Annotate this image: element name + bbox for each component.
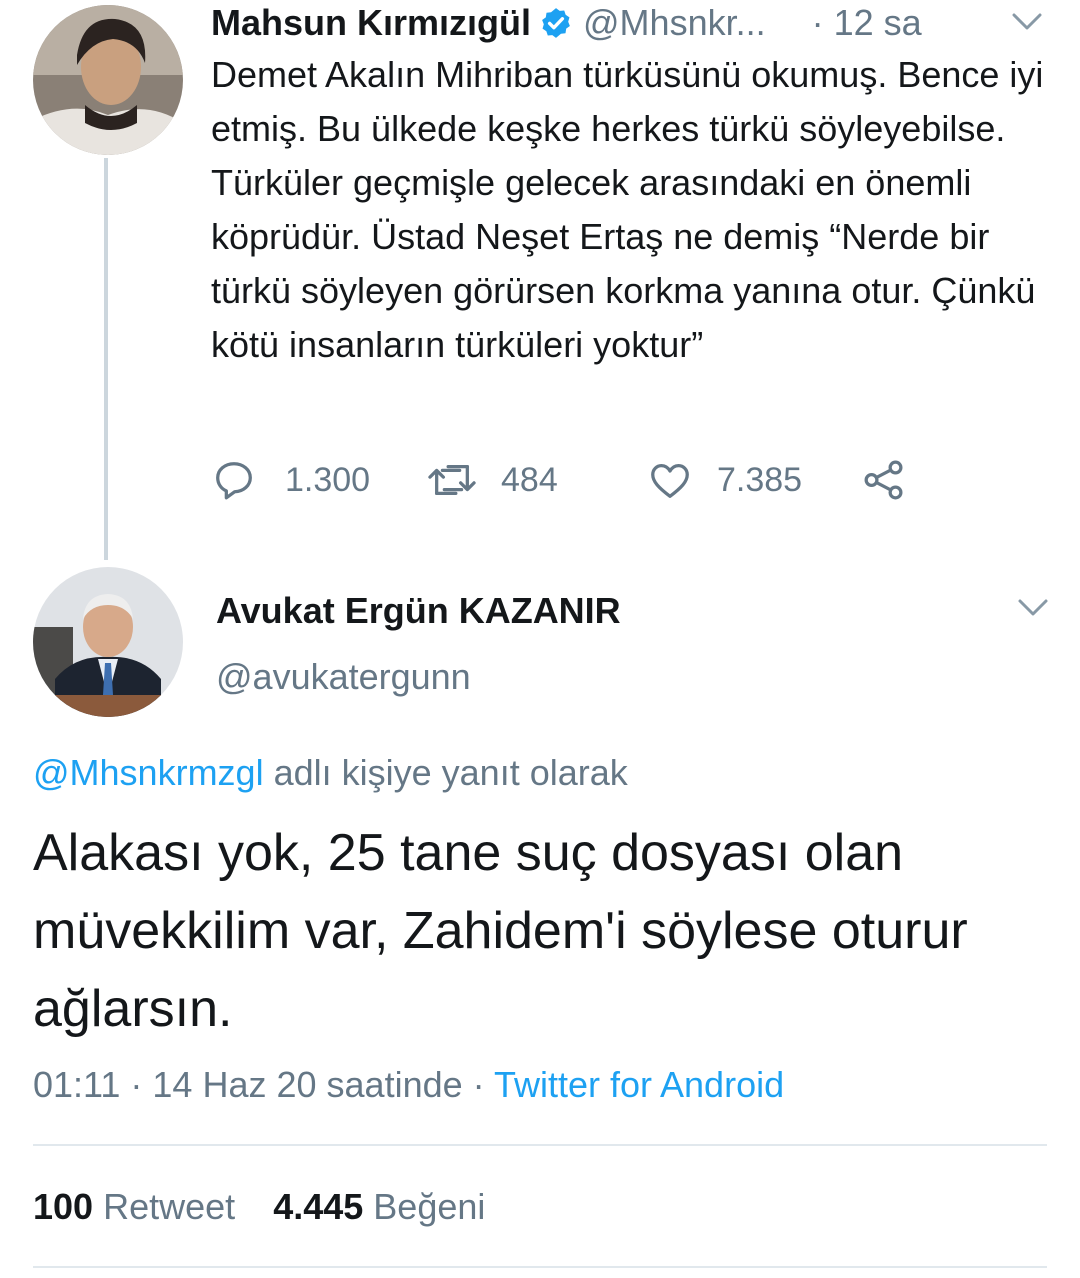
main-author-name[interactable]: Avukat Ergün KAZANIR <box>216 590 621 632</box>
thread-connector-line <box>104 158 108 560</box>
tweet-meta: 01:11 · 14 Haz 20 saatinde · Twitter for… <box>33 1064 784 1106</box>
like-total: 4.445 <box>273 1186 364 1227</box>
like-stat[interactable]: 4.445 Beğeni <box>273 1186 485 1227</box>
share-button[interactable] <box>861 455 907 505</box>
parent-author-avatar[interactable] <box>33 5 183 155</box>
retweet-count: 484 <box>501 460 558 499</box>
like-label: Beğeni <box>373 1186 486 1227</box>
reply-count: 1.300 <box>285 460 371 499</box>
time-separator: · <box>811 2 824 43</box>
parent-tweet-time[interactable]: 12 sa <box>834 2 922 44</box>
verified-badge-icon <box>539 6 573 40</box>
parent-author-handle[interactable]: @Mhsnkr... <box>583 2 766 44</box>
chevron-down-icon[interactable] <box>1014 592 1052 627</box>
retweet-button[interactable]: 484 <box>425 455 558 505</box>
reply-context: @Mhsnkrmzgl adlı kişiye yanıt olarak <box>33 752 628 794</box>
like-button[interactable]: 7.385 <box>647 455 802 505</box>
parent-tweet-actions: 1.300 484 7.385 <box>211 455 931 505</box>
share-icon <box>861 457 907 503</box>
avatar-photo-icon <box>33 567 183 717</box>
tweet-stats: 100 Retweet 4.445 Beğeni <box>33 1186 485 1228</box>
parent-tweet-text: Demet Akalın Mihriban türküsünü okumuş. … <box>211 54 1044 365</box>
retweet-label: Retweet <box>103 1186 236 1227</box>
reply-to-handle-link[interactable]: @Mhsnkrmzgl <box>33 752 264 793</box>
like-icon <box>647 457 693 503</box>
main-author-handle[interactable]: @avukatergunn <box>216 656 471 698</box>
like-count: 7.385 <box>717 460 803 499</box>
chevron-down-icon[interactable] <box>1008 6 1046 41</box>
retweet-total: 100 <box>33 1186 94 1227</box>
retweet-icon <box>425 457 479 503</box>
divider <box>33 1266 1047 1268</box>
tweet-source-link[interactable]: Twitter for Android <box>494 1064 784 1105</box>
reply-icon <box>211 457 257 503</box>
retweet-stat[interactable]: 100 Retweet <box>33 1186 245 1227</box>
parent-tweet-header: Mahsun Kırmızıgül @Mhsnkr... · 12 sa <box>211 0 1051 46</box>
avatar-photo-icon <box>33 5 183 155</box>
main-author-avatar[interactable] <box>33 567 183 717</box>
tweet-timestamp: 01:11 · 14 Haz 20 saatinde · <box>33 1064 485 1105</box>
divider <box>33 1144 1047 1146</box>
parent-author-name[interactable]: Mahsun Kırmızıgül <box>211 2 531 44</box>
main-tweet-text: Alakası yok, 25 tane suç dosyası olan mü… <box>33 824 968 1038</box>
reply-button[interactable]: 1.300 <box>211 455 370 505</box>
reply-context-label: adlı kişiye yanıt olarak <box>273 752 628 793</box>
